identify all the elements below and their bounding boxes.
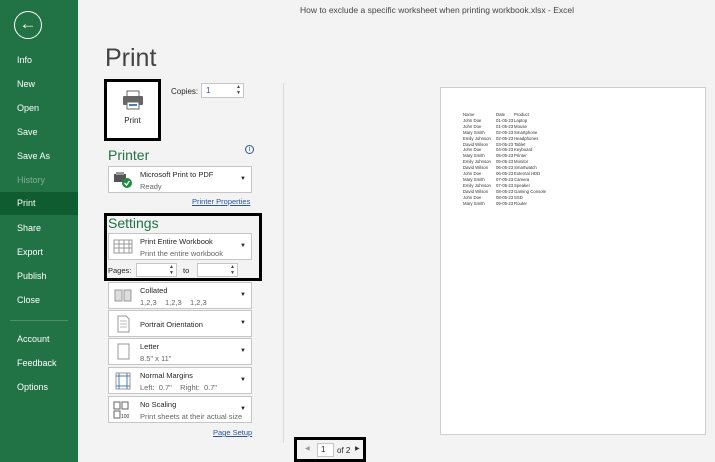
scaling-desc: Print sheets at their actual size	[140, 412, 243, 421]
copies-input[interactable]: 1 ▲ ▼	[201, 83, 244, 98]
panel-divider	[283, 83, 284, 443]
sidebar-item-new[interactable]: New	[0, 73, 78, 96]
scaling-dropdown[interactable]: 100 No Scaling Print sheets at their act…	[108, 396, 252, 423]
print-what-dropdown[interactable]: Print Entire Workbook Print the entire w…	[108, 233, 252, 260]
print-what-value: Print Entire Workbook	[140, 237, 213, 246]
dropdown-caret-icon: ▼	[240, 176, 246, 182]
spinner-arrows-icon[interactable]: ▲ ▼	[230, 264, 235, 276]
printer-heading: Printer	[108, 147, 150, 163]
preview-row: Mary Smith 09-05-23 Router	[463, 201, 546, 207]
sidebar-item-save[interactable]: Save	[0, 121, 78, 144]
dropdown-caret-icon: ▼	[240, 348, 246, 354]
no-scaling-icon: 100	[113, 401, 130, 419]
printer-status: Ready	[140, 182, 162, 191]
print-preview-page: Name Date Product John Doe 01-05-23 Laptop Jo…	[440, 87, 706, 435]
preview-cell: Router	[514, 200, 527, 206]
sidebar-item-open[interactable]: Open	[0, 97, 78, 120]
print-what-desc: Print the entire workbook	[140, 249, 223, 258]
sidebar-item-account[interactable]: Account	[0, 328, 78, 351]
dropdown-caret-icon: ▼	[240, 243, 246, 249]
portrait-page-icon	[117, 315, 130, 333]
sidebar-item-publish[interactable]: Publish	[0, 265, 78, 288]
dropdown-caret-icon: ▼	[240, 320, 246, 326]
printer-name: Microsoft Print to PDF	[140, 170, 214, 179]
collated-icon	[114, 289, 132, 302]
page-navigator: ◀ 1 of 2 ▶	[294, 437, 366, 462]
printer-properties-link[interactable]: Printer Properties	[192, 197, 250, 206]
previous-page-icon[interactable]: ◀	[305, 445, 310, 452]
sidebar-item-history[interactable]: History	[0, 169, 78, 192]
margins-value: Normal Margins	[140, 371, 193, 380]
collation-dropdown[interactable]: Collated 1,2,3 1,2,3 1,2,3 ▼	[108, 282, 252, 309]
sidebar-item-print[interactable]: Print	[0, 192, 78, 215]
sidebar-item-share[interactable]: Share	[0, 217, 78, 240]
dropdown-caret-icon: ▼	[240, 377, 246, 383]
sidebar-item-export[interactable]: Export	[0, 241, 78, 264]
spinner-arrows-icon[interactable]: ▲ ▼	[169, 264, 174, 276]
backstage-sidebar: ← Info New Open Save Save As History Print Shar…	[0, 0, 78, 462]
printer-icon	[122, 90, 143, 110]
page-setup-link[interactable]: Page Setup	[213, 428, 252, 437]
pages-from-input[interactable]: ▲ ▼	[136, 263, 177, 277]
margins-icon	[115, 372, 131, 390]
info-icon[interactable]: i	[245, 145, 254, 154]
workbook-grid-icon	[113, 239, 133, 254]
paper-size-value: Letter	[140, 342, 160, 351]
orientation-value: Portrait Orientation	[140, 320, 203, 329]
preview-cell: Mary Smith	[463, 200, 485, 206]
window-title: How to exclude a specific worksheet when…	[300, 5, 575, 15]
copies-value: 1	[206, 86, 211, 95]
page-title: Print	[105, 44, 157, 72]
letter-page-icon	[117, 343, 130, 360]
page-total: of 2	[337, 446, 351, 455]
dropdown-caret-icon: ▼	[240, 406, 246, 412]
collation-value: Collated	[140, 286, 168, 295]
svg-text:100: 100	[121, 414, 130, 419]
sidebar-item-info[interactable]: Info	[0, 49, 78, 72]
pages-to-input[interactable]: ▲ ▼	[197, 263, 238, 277]
pages-to-label: to	[183, 266, 190, 275]
print-button-label: Print	[124, 116, 141, 125]
print-button[interactable]: Print	[104, 79, 161, 141]
printer-dropdown[interactable]: Microsoft Print to PDF Ready ▼	[108, 166, 252, 193]
current-page-input[interactable]: 1	[317, 443, 334, 457]
sidebar-divider	[10, 320, 68, 321]
sidebar-item-save-as[interactable]: Save As	[0, 145, 78, 168]
printer-ready-icon	[114, 172, 132, 188]
next-page-icon[interactable]: ▶	[355, 445, 360, 452]
preview-cell: 09-05-23	[496, 200, 514, 206]
paper-size-dropdown[interactable]: Letter 8.5" x 11" ▼	[108, 338, 252, 365]
copies-label: Copies:	[171, 87, 199, 96]
collation-desc: 1,2,3 1,2,3 1,2,3	[140, 298, 207, 307]
preview-table: Name Date Product John Doe 01-05-23 Laptop Jo…	[463, 112, 546, 207]
sidebar-item-options[interactable]: Options	[0, 376, 78, 399]
margins-dropdown[interactable]: Normal Margins Left: 0.7" Right: 0.7" ▼	[108, 367, 252, 394]
scaling-value: No Scaling	[140, 400, 177, 409]
back-arrow-icon[interactable]: ←	[14, 11, 42, 39]
spinner-arrows-icon[interactable]: ▲ ▼	[236, 84, 241, 96]
orientation-dropdown[interactable]: Portrait Orientation ▼	[108, 310, 252, 337]
pages-label: Pages:	[108, 266, 132, 275]
margins-desc: Left: 0.7" Right: 0.7"	[140, 383, 218, 392]
dropdown-caret-icon: ▼	[240, 292, 246, 298]
sidebar-item-feedback[interactable]: Feedback	[0, 352, 78, 375]
paper-size-desc: 8.5" x 11"	[140, 354, 172, 363]
sidebar-item-close[interactable]: Close	[0, 289, 78, 312]
